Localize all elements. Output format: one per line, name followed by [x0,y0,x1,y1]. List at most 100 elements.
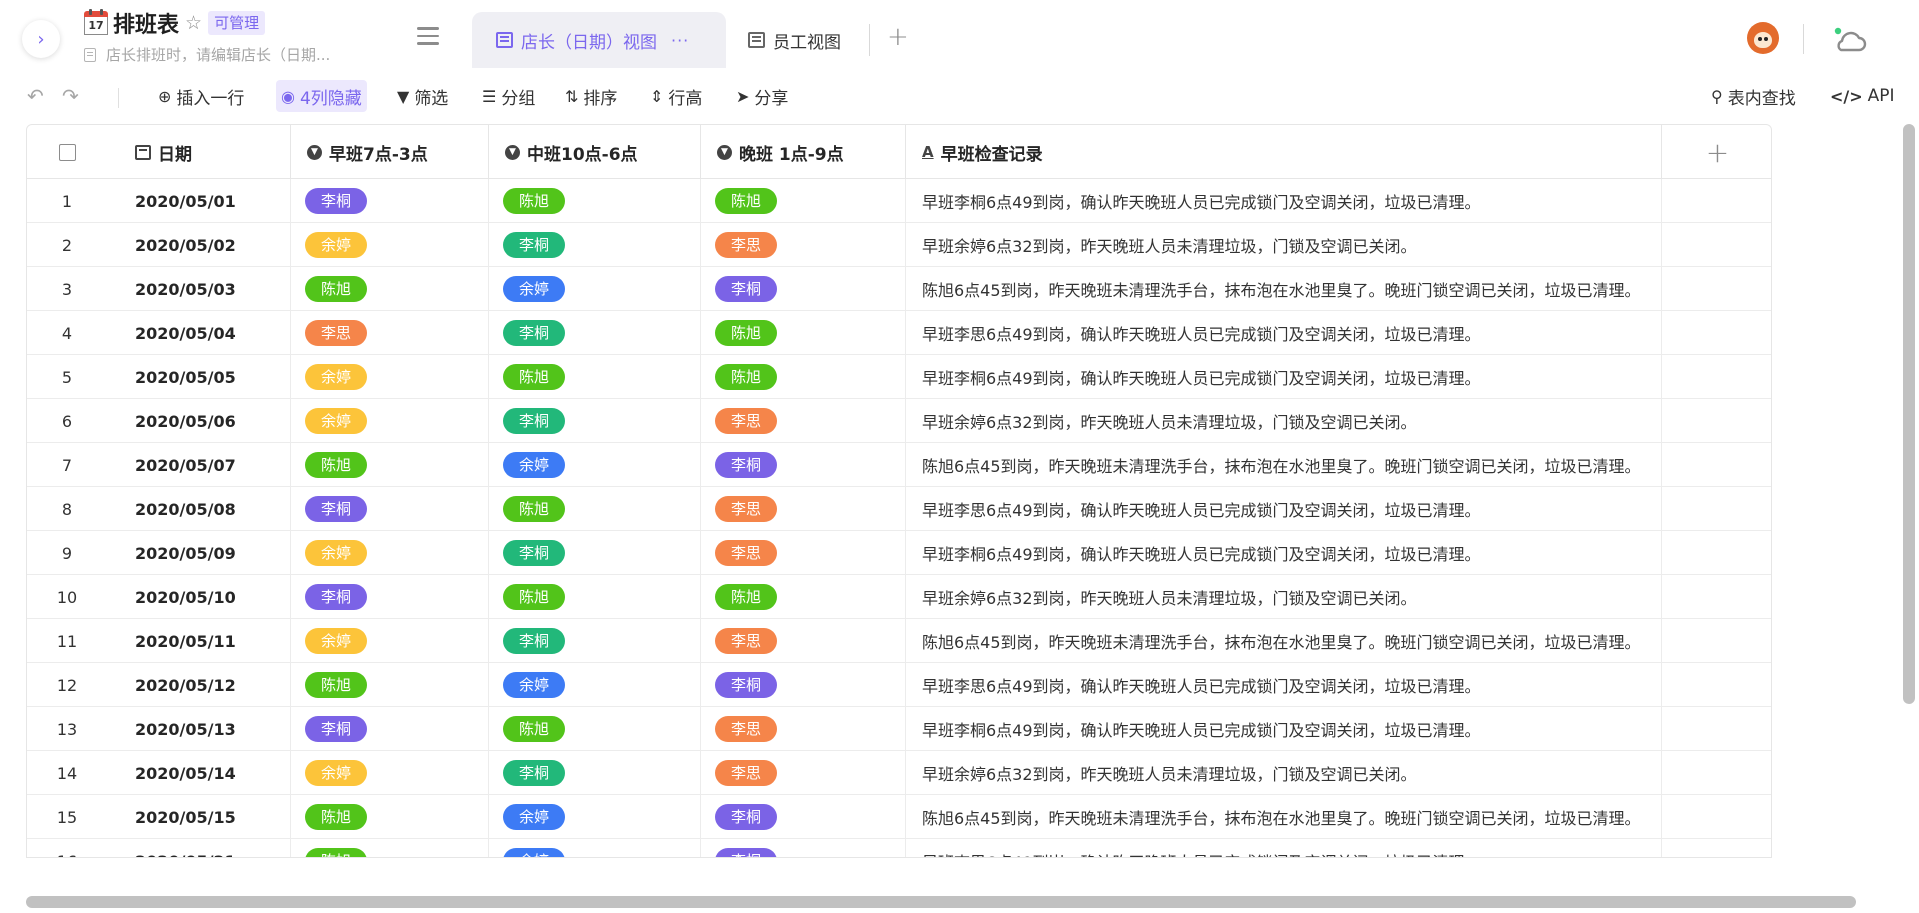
date-cell[interactable]: 2020/05/14 [107,751,291,795]
shift1-cell[interactable]: 余婷 [291,751,489,795]
record-cell[interactable]: 早班李桐6点49到岗，确认昨天晚班人员已完成锁门及空调关闭，垃圾已清理。 [906,355,1662,399]
shift2-cell[interactable]: 李桐 [489,223,701,267]
column-header-shift3[interactable]: ▼ 晚班 1点-9点 [701,125,906,179]
date-cell[interactable]: 2020/05/08 [107,487,291,531]
shift3-cell[interactable]: 陈旭 [701,575,906,619]
select-all-checkbox[interactable] [58,143,76,161]
table-row[interactable]: 1 2020/05/01 李桐 陈旭 陈旭 早班李桐6点49到岗，确认昨天晚班人员已完成锁… [27,179,1771,223]
table-row[interactable]: 8 2020/05/08 李桐 陈旭 李思 早班李思6点49到岗，确认昨天晚班人员已完成锁… [27,487,1771,531]
date-cell[interactable]: 2020/05/05 [107,355,291,399]
shift3-cell[interactable]: 李思 [701,487,906,531]
shift1-cell[interactable]: 余婷 [291,355,489,399]
shift1-cell[interactable]: 余婷 [291,531,489,575]
table-row[interactable]: 5 2020/05/05 余婷 陈旭 陈旭 早班李桐6点49到岗，确认昨天晚班人员已完成锁… [27,355,1771,399]
shift1-cell[interactable]: 陈旭 [291,443,489,487]
shift2-cell[interactable]: 李桐 [489,399,701,443]
date-cell[interactable]: 2020/05/07 [107,443,291,487]
table-row[interactable]: 15 2020/05/15 陈旭 余婷 李桐 陈旭6点45到岗，昨天晚班未清理洗手台，抹布… [27,795,1771,839]
date-cell[interactable]: 2020/05/13 [107,707,291,751]
share-button[interactable]: ➤ 分享 [736,80,788,112]
table-row[interactable]: 162020/05/21 陈旭 余婷 李桐 早班李思6点49到岗，确认昨天晚班人员已完成… [27,839,1771,857]
shift2-cell[interactable]: 余婷 [489,443,701,487]
hidden-columns-button[interactable]: ◉ 4列隐藏 [276,80,367,112]
table-row[interactable]: 2 2020/05/02 余婷 李桐 李思 早班余婷6点32到岗，昨天晚班人员未清理垃圾，… [27,223,1771,267]
shift3-cell[interactable]: 李思 [701,619,906,663]
record-cell[interactable]: 早班李思6点49到岗，确认昨天晚班人员已完成锁门及空调关闭，垃圾已清理。 [906,311,1662,355]
table-row[interactable]: 13 2020/05/13 李桐 陈旭 李思 早班李桐6点49到岗，确认昨天晚班人员已完成… [27,707,1771,751]
table-row[interactable]: 9 2020/05/09 余婷 李桐 李思 早班李桐6点49到岗，确认昨天晚班人员已完成锁… [27,531,1771,575]
table-row[interactable]: 3 2020/05/03 陈旭 余婷 李桐 陈旭6点45到岗，昨天晚班未清理洗手台，抹布泡… [27,267,1771,311]
shift1-cell[interactable]: 陈旭 [291,795,489,839]
record-cell[interactable]: 早班李桐6点49到岗，确认昨天晚班人员已完成锁门及空调关闭，垃圾已清理。 [906,531,1662,575]
date-cell[interactable]: 2020/05/21 [107,839,291,857]
table-row[interactable]: 11 2020/05/11 余婷 李桐 李思 陈旭6点45到岗，昨天晚班未清理洗手台，抹布… [27,619,1771,663]
cloud-sync-icon[interactable] [1832,24,1868,56]
shift3-cell[interactable]: 李思 [701,399,906,443]
date-cell[interactable]: 2020/05/03 [107,267,291,311]
shift3-cell[interactable]: 李思 [701,751,906,795]
star-icon[interactable]: ☆ [185,12,202,34]
record-cell[interactable]: 早班余婷6点32到岗，昨天晚班人员未清理垃圾，门锁及空调已关闭。 [906,751,1662,795]
shift2-cell[interactable]: 余婷 [489,839,701,857]
shift3-cell[interactable]: 李思 [701,707,906,751]
shift2-cell[interactable]: 李桐 [489,619,701,663]
table-row[interactable]: 7 2020/05/07 陈旭 余婷 李桐 陈旭6点45到岗，昨天晚班未清理洗手台，抹布泡… [27,443,1771,487]
record-cell[interactable]: 早班李思6点49到岗，确认昨天晚班人员已完成锁门及空调关闭，垃圾已清理。 [906,839,1662,857]
shift3-cell[interactable]: 李思 [701,531,906,575]
shift1-cell[interactable]: 陈旭 [291,663,489,707]
shift2-cell[interactable]: 李桐 [489,311,701,355]
shift1-cell[interactable]: 李桐 [291,179,489,223]
sheet-title[interactable]: 排班表 [113,7,179,39]
record-cell[interactable]: 陈旭6点45到岗，昨天晚班未清理洗手台，抹布泡在水池里臭了。晚班门锁空调已关闭，… [906,267,1662,311]
shift1-cell[interactable]: 余婷 [291,223,489,267]
sheet-description[interactable]: 店长排班时，请编辑店长（日期... [106,44,330,65]
shift3-cell[interactable]: 陈旭 [701,311,906,355]
horizontal-scrollbar[interactable] [26,896,1856,908]
expand-sidebar-button[interactable]: › [22,20,60,58]
filter-button[interactable]: ▼ 筛选 [397,80,448,112]
shift1-cell[interactable]: 李思 [291,311,489,355]
shift3-cell[interactable]: 陈旭 [701,355,906,399]
add-column-icon[interactable]: + [1662,125,1771,179]
shift3-cell[interactable]: 李桐 [701,839,906,857]
shift2-cell[interactable]: 陈旭 [489,575,701,619]
record-cell[interactable]: 早班李思6点49到岗，确认昨天晚班人员已完成锁门及空调关闭，垃圾已清理。 [906,487,1662,531]
shift2-cell[interactable]: 余婷 [489,267,701,311]
group-button[interactable]: ☰ 分组 [482,80,535,112]
date-cell[interactable]: 2020/05/01 [107,179,291,223]
shift3-cell[interactable]: 李桐 [701,443,906,487]
column-header-shift2[interactable]: ▼ 中班10点-6点 [489,125,701,179]
insert-row-button[interactable]: ⊕ 插入一行 [158,80,244,112]
shift2-cell[interactable]: 李桐 [489,531,701,575]
shift1-cell[interactable]: 李桐 [291,707,489,751]
shift1-cell[interactable]: 余婷 [291,399,489,443]
shift1-cell[interactable]: 余婷 [291,619,489,663]
redo-icon[interactable]: ↷ [62,80,79,112]
hamburger-menu-icon[interactable] [417,27,439,47]
shift3-cell[interactable]: 李思 [701,223,906,267]
tab-staff-view[interactable]: 员工视图 [748,26,841,54]
column-header-record[interactable]: A 早班检查记录 [906,125,1662,179]
date-cell[interactable]: 2020/05/15 [107,795,291,839]
record-cell[interactable]: 早班余婷6点32到岗，昨天晚班人员未清理垃圾，门锁及空调已关闭。 [906,399,1662,443]
table-search-button[interactable]: ⚲ 表内查找 [1711,80,1796,112]
shift3-cell[interactable]: 陈旭 [701,179,906,223]
record-cell[interactable]: 早班李思6点49到岗，确认昨天晚班人员已完成锁门及空调关闭，垃圾已清理。 [906,663,1662,707]
table-row[interactable]: 12 2020/05/12 陈旭 余婷 李桐 早班李思6点49到岗，确认昨天晚班人员已完成… [27,663,1771,707]
tab-more-icon[interactable]: ··· [671,31,689,50]
shift2-cell[interactable]: 李桐 [489,751,701,795]
date-cell[interactable]: 2020/05/10 [107,575,291,619]
shift2-cell[interactable]: 陈旭 [489,707,701,751]
column-header-shift1[interactable]: ▼ 早班7点-3点 [291,125,489,179]
api-button[interactable]: </> API [1830,80,1895,112]
record-cell[interactable]: 早班余婷6点32到岗，昨天晚班人员未清理垃圾，门锁及空调已关闭。 [906,575,1662,619]
column-header-date[interactable]: 日期 [107,125,291,179]
record-cell[interactable]: 早班李桐6点49到岗，确认昨天晚班人员已完成锁门及空调关闭，垃圾已清理。 [906,707,1662,751]
row-height-button[interactable]: ⇕ 行高 [650,80,702,112]
vertical-scrollbar[interactable] [1903,124,1915,704]
record-cell[interactable]: 陈旭6点45到岗，昨天晚班未清理洗手台，抹布泡在水池里臭了。晚班门锁空调已关闭，… [906,619,1662,663]
table-row[interactable]: 14 2020/05/14 余婷 李桐 李思 早班余婷6点32到岗，昨天晚班人员未清理垃圾… [27,751,1771,795]
add-view-icon[interactable]: + [887,22,909,52]
shift2-cell[interactable]: 陈旭 [489,355,701,399]
date-cell[interactable]: 2020/05/06 [107,399,291,443]
